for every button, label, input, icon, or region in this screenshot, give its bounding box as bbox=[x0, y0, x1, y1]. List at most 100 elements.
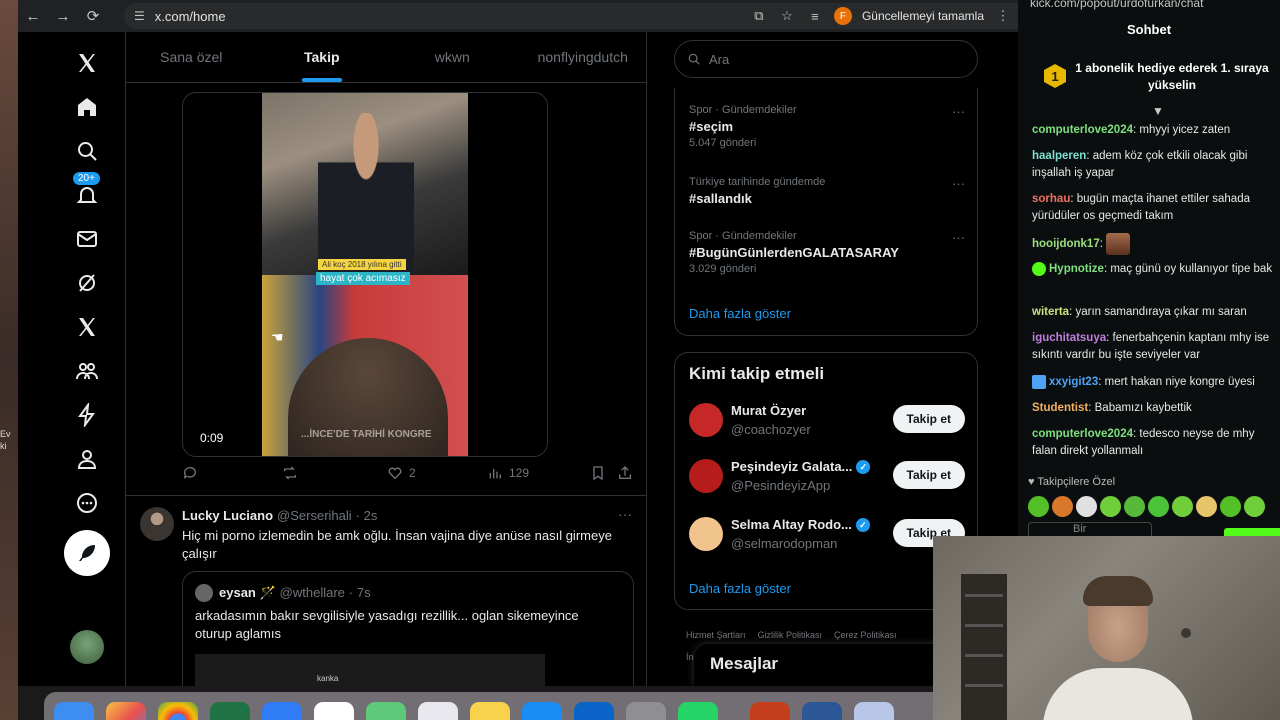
trends-show-more-link[interactable]: Daha fazla göster bbox=[689, 306, 791, 321]
chat-username[interactable]: Studentist bbox=[1032, 402, 1088, 414]
chat-message: iguchitatsuya: fenerbahçenin kaptanı mhy… bbox=[1032, 330, 1280, 364]
chat-username[interactable]: hooijdonk17 bbox=[1032, 238, 1100, 250]
reload-icon[interactable]: ⟳ bbox=[78, 1, 108, 31]
share-button[interactable] bbox=[617, 465, 633, 481]
grok-icon[interactable] bbox=[64, 260, 110, 306]
emote-icon[interactable] bbox=[1100, 496, 1121, 517]
trend-item[interactable]: Spor · Gündemdekiler #seçim 5.047 gönder… bbox=[689, 104, 965, 149]
tab-search-icon[interactable]: ≡ bbox=[806, 9, 824, 24]
trend-context: Türkiye tarihinde gündemde bbox=[689, 176, 826, 188]
post-author-handle[interactable]: @Serserihali bbox=[277, 508, 352, 523]
trend-item[interactable]: Türkiye tarihinde gündemde #sallandık ··… bbox=[689, 176, 965, 209]
emote-icon[interactable] bbox=[1124, 496, 1145, 517]
emote-icon[interactable] bbox=[1244, 496, 1265, 517]
post-author-avatar[interactable] bbox=[140, 507, 174, 541]
reply-button[interactable] bbox=[182, 465, 204, 481]
emote-icon[interactable] bbox=[1148, 496, 1169, 517]
preview-icon[interactable] bbox=[854, 702, 894, 720]
communities-icon[interactable] bbox=[64, 348, 110, 394]
browser-menu-icon[interactable]: ⋮ bbox=[994, 8, 1012, 24]
more-icon[interactable] bbox=[64, 480, 110, 526]
outlook-icon[interactable] bbox=[574, 702, 614, 720]
bookmark-star-icon[interactable]: ☆ bbox=[778, 8, 796, 24]
profile-icon[interactable] bbox=[64, 436, 110, 482]
app-store-icon[interactable] bbox=[522, 702, 562, 720]
emote-icon[interactable] bbox=[1172, 496, 1193, 517]
chat-input[interactable]: Bir bbox=[1028, 522, 1152, 536]
chat-username[interactable]: Hypnotize bbox=[1049, 263, 1104, 275]
search-input[interactable]: Ara bbox=[674, 40, 978, 78]
tab-list-wkwn[interactable]: wkwn bbox=[387, 32, 518, 82]
who-to-follow-show-more-link[interactable]: Daha fazla göster bbox=[689, 581, 791, 596]
account-avatar[interactable] bbox=[70, 630, 104, 664]
notes-icon[interactable] bbox=[470, 702, 510, 720]
trend-more-icon[interactable]: ··· bbox=[952, 176, 965, 191]
forward-icon[interactable]: → bbox=[48, 1, 78, 31]
chat-username[interactable]: sorhau bbox=[1032, 193, 1070, 205]
chat-username[interactable]: iguchitatsuya bbox=[1032, 332, 1106, 344]
trend-tag: #BugünGünlerdenGALATASARAY bbox=[689, 245, 899, 260]
views-button[interactable]: 129 bbox=[487, 465, 529, 481]
launchpad-icon[interactable] bbox=[106, 702, 146, 720]
emote-icon[interactable] bbox=[1196, 496, 1217, 517]
quoted-post[interactable]: eysan 🪄 @wthellare · 7s arkadasımın bakı… bbox=[182, 571, 634, 686]
emote-icon[interactable] bbox=[1028, 496, 1049, 517]
tab-for-you[interactable]: Sana özel bbox=[126, 32, 257, 82]
emote-icon[interactable] bbox=[1220, 496, 1241, 517]
chat-username[interactable]: computerlove2024 bbox=[1032, 124, 1133, 136]
post-more-icon[interactable]: ··· bbox=[618, 506, 632, 522]
emote-icon[interactable] bbox=[1076, 496, 1097, 517]
like-button[interactable]: 2 bbox=[387, 465, 416, 481]
trend-more-icon[interactable]: ··· bbox=[952, 104, 965, 119]
suggested-account[interactable]: Murat Özyer @coachozyer Takip et bbox=[689, 401, 965, 441]
tab-following[interactable]: Takip bbox=[257, 32, 388, 82]
suggested-account[interactable]: Peşindeyiz Galata... ✓ @PesindeyizApp Tak… bbox=[689, 457, 965, 497]
install-app-icon[interactable]: ⧉ bbox=[750, 8, 768, 24]
trend-item[interactable]: Spor · Gündemdekiler #BugünGünlerdenGALA… bbox=[689, 230, 965, 275]
emote-icon[interactable] bbox=[1052, 496, 1073, 517]
footer-link[interactable]: Gizlilik Politikası bbox=[758, 630, 823, 640]
mail-icon[interactable] bbox=[262, 702, 302, 720]
gift-leaderboard-banner[interactable]: 1 1 abonelik hediye ederek 1. sıraya yük… bbox=[1030, 48, 1280, 106]
messages-icon[interactable] bbox=[64, 216, 110, 262]
suggested-account[interactable]: Selma Altay Rodo... ✓ @selmarodopman Taki… bbox=[689, 515, 965, 555]
footer-link[interactable]: Hizmet Şartları bbox=[686, 630, 746, 640]
suggested-account-name: Murat Özyer bbox=[731, 403, 807, 418]
excel-icon[interactable] bbox=[210, 702, 250, 720]
bookmark-button[interactable] bbox=[590, 465, 606, 481]
chat-username[interactable]: xxyigit23 bbox=[1049, 376, 1098, 388]
verified-orgs-icon[interactable] bbox=[64, 392, 110, 438]
powerpoint-icon[interactable] bbox=[750, 702, 790, 720]
trend-more-icon[interactable]: ··· bbox=[952, 230, 965, 245]
home-icon[interactable] bbox=[64, 84, 110, 130]
tab-list-nonflyingdutch[interactable]: nonflyingdutch bbox=[518, 32, 647, 82]
chat-username[interactable]: computerlove2024 bbox=[1032, 428, 1133, 440]
post-author-name[interactable]: Lucky Luciano bbox=[182, 508, 273, 523]
x-logo-icon[interactable] bbox=[64, 40, 110, 86]
word-icon[interactable] bbox=[802, 702, 842, 720]
chat-username[interactable]: haalperen bbox=[1032, 150, 1086, 162]
profile-avatar[interactable]: F bbox=[833, 7, 852, 25]
chat-username[interactable]: witerta bbox=[1032, 306, 1069, 318]
explore-icon[interactable] bbox=[64, 128, 110, 174]
back-icon[interactable]: ← bbox=[18, 1, 48, 31]
post-time[interactable]: · 2s bbox=[356, 508, 378, 523]
follow-button[interactable]: Takip et bbox=[892, 405, 965, 433]
premium-x-icon[interactable] bbox=[64, 304, 110, 350]
footer-link[interactable]: Çerez Politikası bbox=[834, 630, 897, 640]
video-player[interactable]: Ali koç 2018 yılına gitti hayat çok acım… bbox=[182, 92, 548, 457]
calendar-icon[interactable] bbox=[314, 702, 354, 720]
finder-icon[interactable] bbox=[54, 702, 94, 720]
chrome-icon[interactable] bbox=[158, 702, 198, 720]
pinned-toggle-icon[interactable]: ▼ bbox=[1152, 104, 1164, 118]
update-button[interactable]: Güncellemeyi tamamla bbox=[862, 9, 984, 23]
compose-post-button[interactable] bbox=[64, 530, 110, 576]
system-settings-icon[interactable] bbox=[626, 702, 666, 720]
follow-button[interactable]: Takip et bbox=[892, 461, 965, 489]
maps-icon[interactable] bbox=[366, 702, 406, 720]
whatsapp-icon[interactable] bbox=[678, 702, 718, 720]
site-settings-icon[interactable]: ☰ bbox=[134, 9, 145, 23]
notifications-icon[interactable]: 20+ bbox=[64, 172, 110, 218]
repost-button[interactable] bbox=[282, 465, 304, 481]
reminders-icon[interactable] bbox=[418, 702, 458, 720]
